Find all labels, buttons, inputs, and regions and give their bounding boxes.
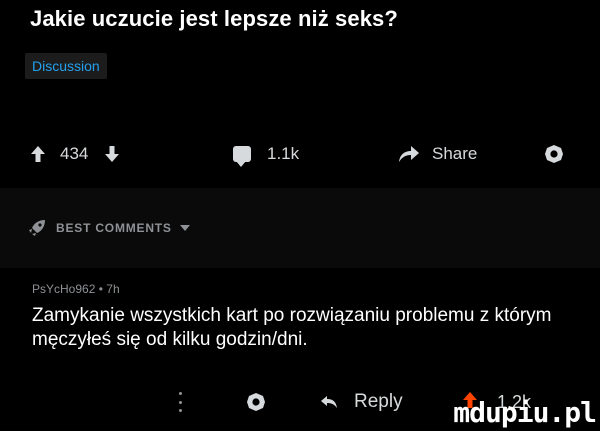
comments-button[interactable]: 1.1k (233, 136, 299, 172)
award-icon (545, 145, 563, 163)
upvote-group: 434 (30, 136, 120, 172)
comment-author[interactable]: PsYcHo962 (32, 282, 95, 296)
comment-icon (233, 146, 251, 167)
meta-separator: • (98, 282, 103, 296)
share-button[interactable]: Share (398, 136, 477, 172)
reply-icon (321, 396, 337, 408)
upvote-arrow-icon[interactable] (30, 144, 46, 164)
share-label: Share (432, 144, 478, 163)
upvote-count: 434 (60, 144, 89, 163)
post-title: Jakie uczucie jest lepsze niż seks? (30, 6, 398, 31)
chevron-down-icon (179, 225, 190, 231)
reply-button[interactable]: Reply (320, 384, 403, 420)
comment-meta: PsYcHo962 • 7h (32, 282, 120, 296)
post-actions-bar: 434 1.1k Share (0, 136, 600, 172)
comment-age: 7h (106, 282, 120, 296)
sort-label: BEST COMMENTS (56, 221, 172, 235)
more-options-icon[interactable] (178, 392, 182, 412)
downvote-arrow-icon[interactable] (104, 144, 120, 164)
reply-label: Reply (354, 391, 403, 412)
comment-body: Zamykanie wszystkich kart po rozwiązaniu… (32, 305, 552, 350)
comment-sort-dropdown[interactable]: BEST COMMENTS (28, 216, 190, 240)
comment-award-icon[interactable] (246, 392, 266, 412)
share-icon (399, 146, 419, 162)
comment-count: 1.1k (267, 144, 300, 163)
rocket-icon (29, 220, 45, 236)
award-button[interactable] (544, 136, 564, 172)
site-watermark: mdupiu.pl (453, 396, 597, 429)
post-flair[interactable]: Discussion (25, 53, 107, 79)
